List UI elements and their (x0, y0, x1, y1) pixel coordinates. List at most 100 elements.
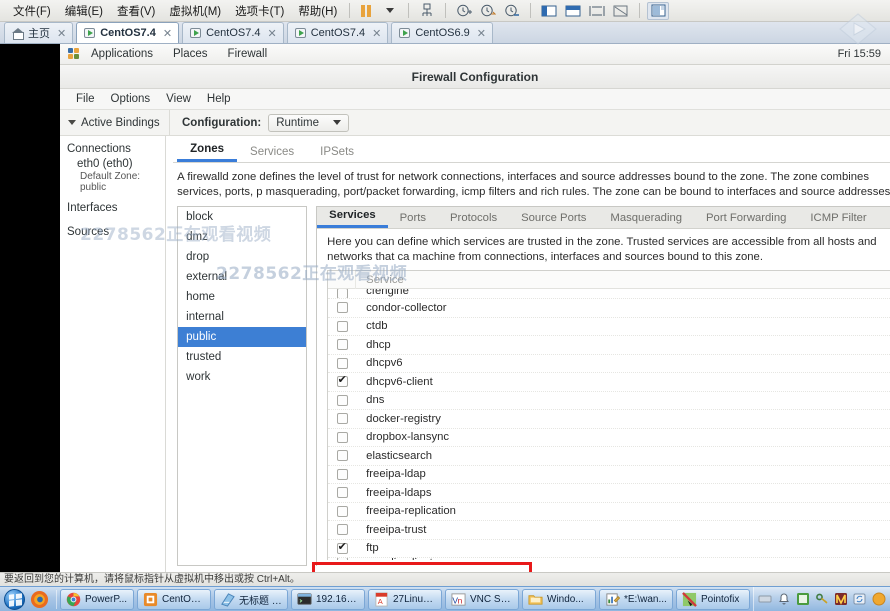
console-view-icon[interactable] (562, 2, 584, 20)
service-checkbox-cell[interactable] (328, 524, 356, 536)
service-checkbox-cell[interactable] (328, 468, 356, 480)
zone-item-home[interactable]: home (178, 287, 306, 307)
service-checkbox-cell[interactable] (328, 394, 356, 406)
start-button[interactable] (2, 588, 26, 611)
menu-tabs[interactable]: 选项卡(T) (228, 1, 291, 21)
zone-list[interactable]: block dmz drop external home internal pu… (177, 206, 308, 566)
tab-zone-port-forwarding[interactable]: Port Forwarding (694, 212, 798, 228)
table-row[interactable]: dhcpv6-client (328, 373, 890, 392)
tab-zone-rich-rules[interactable]: Ric (879, 212, 890, 228)
checkbox-icon[interactable] (336, 558, 348, 560)
snapshot-revert-icon[interactable] (477, 2, 499, 20)
vm-tab-centos74-1[interactable]: CentOS7.4 ✕ (76, 22, 180, 43)
taskbar-button-27linux[interactable]: A 27Linux... (368, 588, 442, 610)
gnome-clock[interactable]: Fri 15:59 (838, 48, 890, 60)
menu-view[interactable]: 查看(V) (110, 1, 162, 21)
checkbox-icon[interactable] (336, 524, 348, 536)
menu-options[interactable]: Options (103, 93, 159, 105)
checkbox-icon[interactable] (336, 394, 348, 406)
sources-label[interactable]: Sources (67, 226, 165, 238)
sidebar-toggle-icon[interactable] (538, 2, 560, 20)
table-row[interactable]: dhcp (328, 336, 890, 355)
green-app-icon[interactable] (796, 592, 810, 606)
zone-item-dmz[interactable]: dmz (178, 227, 306, 247)
checkbox-icon[interactable] (336, 413, 348, 425)
taskbar-button-192168[interactable]: 192.168... (291, 588, 365, 610)
service-checkbox-cell[interactable] (328, 374, 356, 388)
taskbar-button-editor[interactable]: *E:\wan... (599, 588, 673, 610)
close-icon[interactable]: ✕ (57, 27, 66, 40)
checkbox-icon[interactable] (336, 431, 348, 443)
checkbox-icon[interactable] (336, 374, 348, 388)
snapshot-manager-icon[interactable] (501, 2, 523, 20)
connection-item-eth0[interactable]: eth0 (eth0) (67, 158, 165, 170)
table-row[interactable]: dns (328, 392, 890, 410)
service-checkbox-cell[interactable] (328, 558, 356, 560)
service-checkbox-cell[interactable] (328, 320, 356, 332)
service-checkbox-cell[interactable] (328, 450, 356, 462)
close-icon[interactable]: ✕ (268, 27, 277, 40)
close-icon[interactable]: ✕ (372, 27, 381, 40)
media-app-icon[interactable] (834, 592, 848, 606)
thumbnail-bar-icon[interactable] (647, 1, 670, 20)
taskbar-button-windows-explorer[interactable]: Windo... (522, 588, 596, 610)
menu-edit[interactable]: 编辑(E) (58, 1, 110, 21)
checkbox-icon[interactable] (336, 468, 348, 480)
service-checkbox-cell[interactable] (328, 302, 356, 314)
sync-icon[interactable] (853, 592, 867, 606)
menu-help[interactable]: Help (199, 93, 239, 105)
checkbox-icon[interactable] (336, 505, 348, 517)
service-checkbox-cell[interactable] (328, 357, 356, 369)
taskbar-button-centos[interactable]: CentOS... (137, 588, 211, 610)
service-checkbox-cell[interactable] (328, 505, 356, 517)
table-row[interactable]: elasticsearch (328, 447, 890, 466)
table-row[interactable]: ganglia-client (328, 558, 890, 560)
vm-tab-centos74-3[interactable]: CentOS7.4 ✕ (286, 22, 389, 43)
gnome-menu-firewall[interactable]: Firewall (218, 48, 278, 60)
menu-file[interactable]: File (68, 93, 103, 105)
dropdown-caret-icon[interactable] (379, 2, 401, 20)
table-row[interactable]: freeipa-ldaps (328, 484, 890, 503)
active-bindings-toggle[interactable]: Active Bindings (60, 109, 170, 136)
zone-item-work[interactable]: work (178, 367, 306, 387)
table-row[interactable]: dhcpv6 (328, 355, 890, 373)
table-row[interactable]: dropbox-lansync (328, 429, 890, 447)
zone-item-internal[interactable]: internal (178, 307, 306, 327)
table-row[interactable]: condor-collector (328, 299, 890, 318)
tab-ipsets[interactable]: IPSets (307, 146, 367, 162)
checkbox-icon[interactable] (336, 487, 348, 499)
close-icon[interactable]: ✕ (163, 27, 172, 40)
table-row[interactable]: ftp (328, 540, 890, 558)
service-checkbox-cell[interactable] (328, 541, 356, 554)
orange-icon[interactable] (872, 592, 886, 606)
vm-tab-centos74-2[interactable]: CentOS7.4 ✕ (182, 22, 284, 43)
checkbox-icon[interactable] (336, 541, 348, 554)
notification-bell-icon[interactable] (777, 592, 791, 606)
zone-item-trusted[interactable]: trusted (178, 347, 306, 367)
taskbar-button-vnc[interactable]: V n VNC Se... (445, 588, 519, 610)
service-checkbox-cell[interactable] (328, 339, 356, 351)
tab-zone-icmp-filter[interactable]: ICMP Filter (798, 212, 878, 228)
show-desktop-icon[interactable] (758, 592, 772, 606)
table-row[interactable]: docker-registry (328, 410, 890, 429)
menu-file[interactable]: 文件(F) (6, 1, 58, 21)
checkbox-icon[interactable] (336, 302, 348, 314)
tab-zone-protocols[interactable]: Protocols (438, 212, 509, 228)
gnome-menu-applications[interactable]: Applications (81, 48, 163, 60)
interfaces-label[interactable]: Interfaces (67, 202, 165, 214)
vm-tab-centos69[interactable]: CentOS6.9 ✕ (391, 22, 493, 43)
unity-icon[interactable] (610, 2, 632, 20)
zone-item-external[interactable]: external (178, 267, 306, 287)
menu-view[interactable]: View (158, 93, 199, 105)
vm-tab-home[interactable]: 主页 ✕ (4, 22, 74, 43)
table-row[interactable]: freeipa-ldap (328, 466, 890, 484)
taskbar-button-pointofix[interactable]: Pointofix (676, 588, 750, 610)
services-table[interactable]: Service cfengine condor-collector ctdb d… (327, 270, 890, 560)
service-checkbox-cell[interactable] (328, 431, 356, 443)
checkbox-icon[interactable] (336, 289, 348, 298)
checkbox-icon[interactable] (336, 450, 348, 462)
tab-zone-ports[interactable]: Ports (388, 212, 438, 228)
configuration-select[interactable]: Runtime (268, 113, 350, 132)
tab-zone-source-ports[interactable]: Source Ports (509, 212, 598, 228)
taskbar-button-untitled[interactable]: 无标题 -... (214, 588, 288, 610)
